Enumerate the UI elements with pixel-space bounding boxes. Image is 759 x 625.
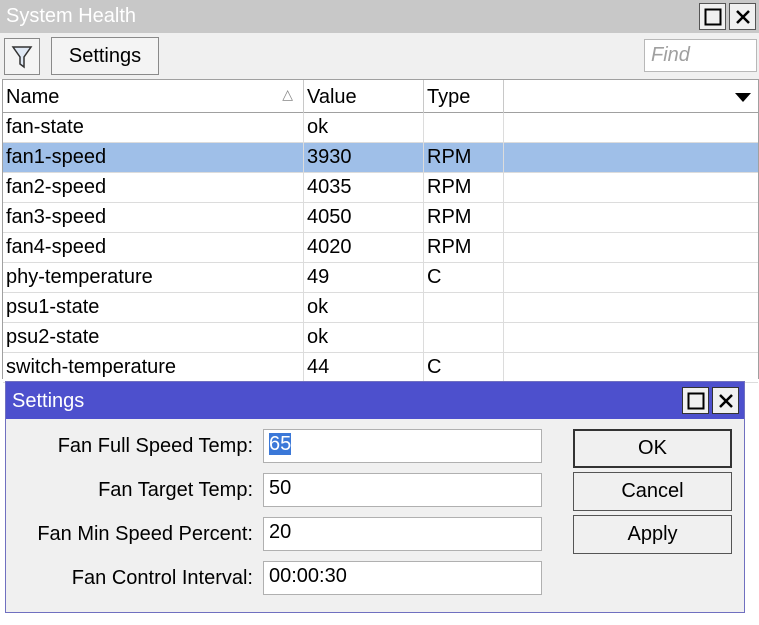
cell-value: 49 xyxy=(304,263,424,293)
settings-button[interactable]: Settings xyxy=(51,37,159,75)
table-row[interactable]: fan3-speed 4050 RPM xyxy=(3,203,758,233)
cell-type xyxy=(424,113,504,143)
filter-button[interactable] xyxy=(4,38,40,75)
table-row[interactable]: fan4-speed 4020 RPM xyxy=(3,233,758,263)
cell-type: RPM xyxy=(424,203,504,233)
close-button[interactable] xyxy=(729,3,756,30)
table-row[interactable]: fan-state ok xyxy=(3,113,758,143)
fan-control-interval-field[interactable]: 00:00:30 xyxy=(263,561,542,595)
cell-name: switch-temperature xyxy=(3,353,304,383)
window-title: System Health xyxy=(6,5,137,27)
cell-empty xyxy=(504,323,758,353)
cell-empty xyxy=(504,263,758,293)
maximize-button[interactable] xyxy=(699,3,726,30)
cell-name: fan3-speed xyxy=(3,203,304,233)
cell-type: RPM xyxy=(424,233,504,263)
settings-dialog: Settings Fan Full Speed Temp: 65 Fan Tar… xyxy=(5,381,745,613)
cell-name: psu1-state xyxy=(3,293,304,323)
toolbar: Settings xyxy=(0,33,759,79)
column-menu-button[interactable] xyxy=(727,80,758,113)
cell-empty xyxy=(504,233,758,263)
cell-type: C xyxy=(424,263,504,293)
dialog-titlebar: Settings xyxy=(6,382,744,419)
cell-empty xyxy=(504,173,758,203)
filter-funnel-icon xyxy=(11,45,33,68)
table-row[interactable]: fan1-speed 3930 RPM xyxy=(3,143,758,173)
dialog-close-button[interactable] xyxy=(712,387,739,414)
cell-name: fan1-speed xyxy=(3,143,304,173)
apply-button[interactable]: Apply xyxy=(573,515,732,554)
window-titlebar: System Health xyxy=(0,0,759,33)
cell-value: ok xyxy=(304,113,424,143)
fan-target-temp-label: Fan Target Temp: xyxy=(98,479,253,501)
fan-control-interval-label: Fan Control Interval: xyxy=(71,567,253,589)
fan-target-temp-field[interactable]: 50 xyxy=(263,473,542,507)
selected-value: 65 xyxy=(269,433,292,455)
dropdown-triangle-icon xyxy=(734,92,751,102)
column-header-name[interactable]: Name △ xyxy=(3,80,304,113)
table-row[interactable]: fan2-speed 4035 RPM xyxy=(3,173,758,203)
column-header-value[interactable]: Value xyxy=(304,80,424,113)
column-header-label: Value xyxy=(307,86,357,108)
cancel-button[interactable]: Cancel xyxy=(573,472,732,511)
ok-button[interactable]: OK xyxy=(573,429,732,468)
cell-empty xyxy=(504,113,758,143)
cell-empty xyxy=(504,293,758,323)
table-row[interactable]: phy-temperature 49 C xyxy=(3,263,758,293)
cell-type: RPM xyxy=(424,143,504,173)
cell-value: ok xyxy=(304,293,424,323)
dialog-maximize-button[interactable] xyxy=(682,387,709,414)
cell-name: phy-temperature xyxy=(3,263,304,293)
cell-name: psu2-state xyxy=(3,323,304,353)
column-header-empty xyxy=(504,80,727,113)
close-icon xyxy=(735,9,750,24)
column-header-label: Type xyxy=(427,86,471,108)
column-header-label: Name xyxy=(6,86,60,108)
table-header: Name △ Value Type xyxy=(3,79,758,113)
table-row[interactable]: psu1-state ok xyxy=(3,293,758,323)
health-table: Name △ Value Type fan-state ok fan1-spee… xyxy=(2,79,759,383)
fan-min-speed-percent-field[interactable]: 20 xyxy=(263,517,542,551)
fan-min-speed-percent-label: Fan Min Speed Percent: xyxy=(37,523,253,545)
cell-value: 44 xyxy=(304,353,424,383)
fan-full-speed-temp-label: Fan Full Speed Temp: xyxy=(57,435,253,457)
cell-type xyxy=(424,293,504,323)
column-header-type[interactable]: Type xyxy=(424,80,504,113)
cell-name: fan-state xyxy=(3,113,304,143)
table-row[interactable]: switch-temperature 44 C xyxy=(3,353,758,383)
cell-value: 4035 xyxy=(304,173,424,203)
cell-type xyxy=(424,323,504,353)
cell-empty xyxy=(504,353,758,383)
cell-type: C xyxy=(424,353,504,383)
cell-value: 3930 xyxy=(304,143,424,173)
cell-name: fan2-speed xyxy=(3,173,304,203)
maximize-icon xyxy=(704,8,721,25)
close-icon xyxy=(718,393,733,408)
cell-value: ok xyxy=(304,323,424,353)
maximize-icon xyxy=(687,392,704,409)
sort-ascending-icon: △ xyxy=(282,86,293,102)
cell-value: 4020 xyxy=(304,233,424,263)
cell-empty xyxy=(504,143,758,173)
find-input[interactable] xyxy=(644,39,757,72)
table-row[interactable]: psu2-state ok xyxy=(3,323,758,353)
fan-full-speed-temp-field[interactable]: 65 xyxy=(263,429,542,463)
dialog-title: Settings xyxy=(12,390,85,412)
cell-value: 4050 xyxy=(304,203,424,233)
cell-empty xyxy=(504,203,758,233)
cell-name: fan4-speed xyxy=(3,233,304,263)
cell-type: RPM xyxy=(424,173,504,203)
